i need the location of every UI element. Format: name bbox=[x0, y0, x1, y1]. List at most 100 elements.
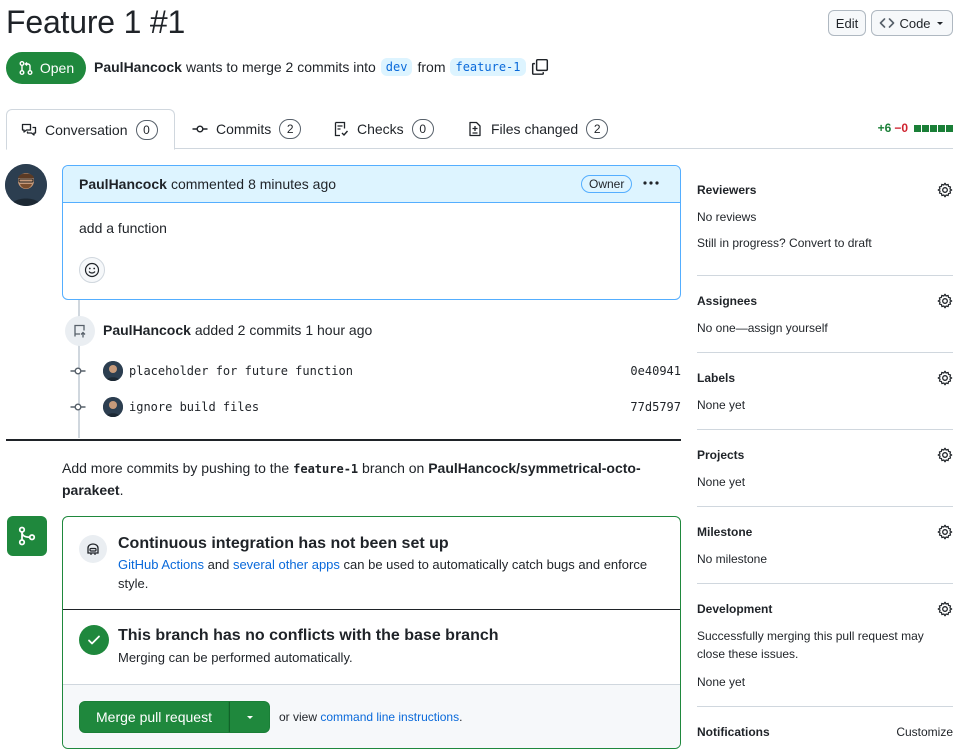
caret-down-icon bbox=[246, 716, 253, 719]
tab-counter: 2 bbox=[586, 119, 609, 139]
push-hint-branch: feature-1 bbox=[293, 462, 359, 476]
event-action: added 2 commits bbox=[194, 322, 302, 338]
tab-files-changed[interactable]: Files changed 2 bbox=[453, 109, 622, 149]
ci-and: and bbox=[207, 557, 230, 572]
gear-icon[interactable] bbox=[937, 293, 953, 309]
sidebar-divider bbox=[697, 275, 953, 276]
additions-count: +6 bbox=[877, 121, 892, 135]
customize-link[interactable]: Customize bbox=[896, 725, 953, 739]
commit-sha[interactable]: 0e40941 bbox=[630, 364, 681, 378]
tab-conversation[interactable]: Conversation 0 bbox=[6, 109, 175, 150]
sidebar-value: None yet bbox=[697, 475, 746, 489]
push-hint-middle: branch on bbox=[362, 460, 425, 476]
edit-label: Edit bbox=[835, 15, 859, 31]
sidebar-heading: Notifications bbox=[697, 725, 770, 739]
alt-suffix: . bbox=[459, 710, 463, 724]
conflict-title: This branch has no conflicts with the ba… bbox=[118, 627, 499, 644]
assign-yourself-link[interactable]: No one—assign yourself bbox=[697, 319, 953, 337]
pull-request-icon bbox=[19, 61, 33, 75]
other-apps-link[interactable]: several other apps bbox=[233, 557, 340, 572]
comment-time[interactable]: 8 minutes ago bbox=[248, 176, 336, 192]
commit-avatar[interactable] bbox=[103, 397, 123, 417]
commit-icon bbox=[192, 125, 208, 133]
alt-prefix: or view bbox=[279, 710, 318, 724]
commit-sha[interactable]: 77d5797 bbox=[630, 400, 681, 414]
conflict-section: This branch has no conflicts with the ba… bbox=[63, 610, 680, 685]
sidebar-value: None yet bbox=[697, 675, 746, 689]
command-line-instructions-link[interactable]: command line instructions bbox=[320, 710, 459, 724]
status-label: Open bbox=[39, 60, 75, 76]
more-options-icon[interactable] bbox=[641, 173, 661, 193]
sidebar-divider bbox=[697, 429, 953, 430]
check-icon bbox=[79, 625, 109, 655]
diffstat-bar bbox=[913, 124, 953, 132]
comment-header: PaulHancock commented 8 minutes ago Owne… bbox=[63, 166, 680, 203]
merge-pull-request-button[interactable]: Merge pull request bbox=[79, 701, 229, 733]
sidebar-milestone: Milestone No milestone bbox=[697, 524, 953, 568]
comment-body: add a function bbox=[79, 220, 167, 236]
gear-icon[interactable] bbox=[937, 370, 953, 386]
ci-title: Continuous integration has not been set … bbox=[118, 535, 449, 552]
sidebar-description: Successfully merging this pull request m… bbox=[697, 629, 924, 661]
commit-avatar[interactable] bbox=[103, 361, 123, 381]
event-time[interactable]: 1 hour ago bbox=[305, 322, 372, 338]
commit-row: placeholder for future function 0e40941 bbox=[70, 360, 681, 382]
sidebar-heading[interactable]: Reviewers bbox=[697, 183, 756, 197]
sidebar-labels: Labels None yet bbox=[697, 370, 953, 414]
sidebar-value: No milestone bbox=[697, 552, 768, 566]
sidebar-heading[interactable]: Assignees bbox=[697, 294, 757, 308]
owner-badge: Owner bbox=[581, 175, 633, 193]
gear-icon[interactable] bbox=[937, 601, 953, 617]
smiley-icon bbox=[84, 262, 100, 278]
deletions-count: −0 bbox=[894, 121, 908, 135]
commit-row: ignore build files 77d5797 bbox=[70, 396, 681, 418]
commit-node-icon bbox=[70, 399, 86, 415]
checklist-icon bbox=[334, 121, 349, 137]
base-branch[interactable]: dev bbox=[380, 58, 413, 76]
tab-counter: 2 bbox=[279, 119, 302, 139]
edit-button[interactable]: Edit bbox=[828, 10, 866, 36]
push-hint-suffix: . bbox=[119, 482, 124, 498]
ci-section: Continuous integration has not been set … bbox=[63, 517, 680, 610]
timeline-event: PaulHancock added 2 commits 1 hour ago bbox=[103, 322, 372, 338]
merge-options-dropdown[interactable] bbox=[229, 701, 270, 733]
sidebar-projects: Projects None yet bbox=[697, 447, 953, 491]
avatar[interactable] bbox=[5, 164, 47, 206]
sidebar-heading[interactable]: Labels bbox=[697, 371, 735, 385]
sidebar-value: No reviews bbox=[697, 210, 757, 224]
robot-icon bbox=[79, 535, 107, 563]
author-link[interactable]: PaulHancock bbox=[94, 59, 182, 75]
commit-node-icon bbox=[70, 363, 86, 379]
gear-icon[interactable] bbox=[937, 447, 953, 463]
github-actions-link[interactable]: GitHub Actions bbox=[118, 557, 204, 572]
tab-checks[interactable]: Checks 0 bbox=[319, 109, 448, 149]
sidebar-heading[interactable]: Projects bbox=[697, 448, 744, 462]
push-hint: Add more commits by pushing to the featu… bbox=[62, 458, 662, 501]
copy-icon[interactable] bbox=[531, 58, 549, 76]
gear-icon[interactable] bbox=[937, 524, 953, 540]
merge-actions: Merge pull request or view command line … bbox=[63, 685, 680, 748]
gear-icon[interactable] bbox=[937, 182, 953, 198]
sidebar-divider bbox=[697, 352, 953, 353]
tab-commits[interactable]: Commits 2 bbox=[178, 109, 315, 149]
sidebar-heading[interactable]: Milestone bbox=[697, 525, 752, 539]
comment-author[interactable]: PaulHancock bbox=[79, 176, 167, 192]
sidebar-divider bbox=[697, 706, 953, 707]
caret-down-icon bbox=[936, 22, 943, 25]
diffstat[interactable]: +6 −0 bbox=[878, 121, 953, 135]
sidebar-value: None yet bbox=[697, 398, 746, 412]
sidebar-assignees: Assignees No one—assign yourself bbox=[697, 293, 953, 337]
commit-message[interactable]: ignore build files bbox=[129, 400, 259, 414]
page-title: Feature 1 #1 bbox=[6, 4, 186, 40]
ci-description: GitHub Actions and several other apps ca… bbox=[118, 555, 658, 593]
commit-message[interactable]: placeholder for future function bbox=[129, 364, 353, 378]
sidebar-notifications: Notifications Customize bbox=[697, 724, 953, 740]
convert-to-draft-link[interactable]: Still in progress? Convert to draft bbox=[697, 234, 953, 252]
event-author[interactable]: PaulHancock bbox=[103, 322, 191, 338]
sidebar-heading[interactable]: Development bbox=[697, 602, 772, 616]
head-branch[interactable]: feature-1 bbox=[450, 58, 526, 76]
add-reaction-button[interactable] bbox=[79, 257, 105, 283]
code-label: Code bbox=[899, 15, 931, 31]
code-button[interactable]: Code bbox=[871, 10, 953, 36]
comment-box: PaulHancock commented 8 minutes ago Owne… bbox=[62, 165, 681, 300]
